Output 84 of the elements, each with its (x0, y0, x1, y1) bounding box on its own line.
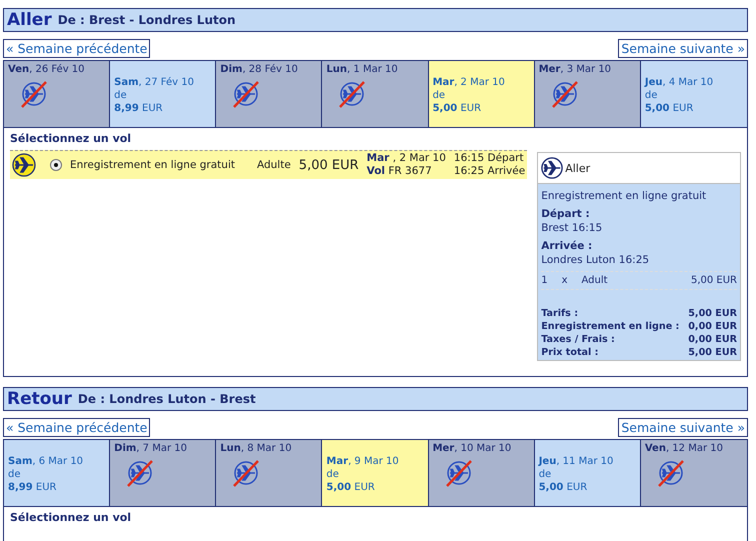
route-text: De : Brest - Londres Luton (58, 13, 236, 27)
airplane-icon (541, 157, 564, 179)
total-value: 5,00 EUR (688, 347, 737, 358)
next-week-link[interactable]: Semaine suivante » (618, 39, 748, 58)
total-value: 5,00 EUR (688, 308, 737, 319)
from-label: de (114, 90, 128, 101)
select-flight-heading: Sélectionnez un vol (10, 132, 132, 145)
day-date: Dim, 28 Fév 10 (220, 64, 299, 75)
day-date: Ven, 26 Fév 10 (8, 64, 86, 75)
day-price: 8,99 EUR (114, 103, 164, 114)
day-date: Mar, 9 Mar 10 (326, 456, 400, 467)
total-label: Taxes / Frais : (541, 334, 615, 345)
from-label: de (538, 469, 552, 480)
day-cell[interactable]: Dim, 28 Fév 10 (216, 61, 322, 127)
times-sign: x (562, 275, 568, 286)
departure-info: Brest 16:15 (541, 222, 604, 234)
day-cell[interactable]: Ven, 12 Mar 10 (640, 440, 747, 506)
departure-label: Départ : (541, 208, 591, 220)
arrival-label: Arrivée : (541, 240, 594, 252)
day-price: 5,00 EUR (538, 482, 588, 493)
from-label: de (644, 90, 658, 101)
total-label: Enregistrement en ligne : (541, 321, 680, 332)
section-title: Retour (7, 389, 72, 409)
flight-date: Mar , 2 Mar 10 (366, 152, 446, 165)
day-date: Sam, 27 Fév 10 (114, 77, 195, 88)
day-cell[interactable]: Mar, 2 Mar 10 de 5,00 EUR (428, 61, 535, 127)
no-flight-icon (124, 458, 154, 488)
flight-number: Vol FR 3677 (366, 165, 433, 178)
radio-button[interactable] (50, 159, 62, 171)
from-label: de (8, 469, 22, 480)
total-value: 0,00 EUR (688, 321, 737, 332)
day-cell[interactable]: Mer, 3 Mar 10 (534, 61, 641, 127)
airplane-icon (12, 153, 36, 177)
fare-name: Enregistrement en ligne gratuit (541, 190, 708, 202)
day-date: Sam, 6 Mar 10 (8, 456, 84, 467)
flight-price: 5,00 EUR (298, 158, 359, 172)
route-text: De : Londres Luton - Brest (78, 392, 256, 406)
day-cell[interactable]: Mar, 9 Mar 10 de 5,00 EUR (322, 440, 429, 506)
day-date: Mer, 10 Mar 10 (432, 443, 512, 454)
no-flight-icon (230, 79, 260, 109)
day-cell[interactable]: Ven, 26 Fév 10 (4, 61, 110, 127)
from-label: de (326, 469, 340, 480)
day-cell[interactable]: Sam, 6 Mar 10 de 8,99 EUR (4, 440, 110, 506)
no-flight-icon (230, 458, 260, 488)
fare-name: Enregistrement en ligne gratuit (70, 159, 235, 171)
day-price: 5,00 EUR (644, 103, 694, 114)
summary-title: Aller (565, 162, 590, 174)
arrival-info: Londres Luton 16:25 (541, 254, 650, 266)
total-value: 0,00 EUR (688, 334, 737, 345)
arrival-time: 16:25 Arrivée (454, 165, 526, 178)
departure-time: 16:15 Départ (454, 152, 525, 165)
section-title: Aller (7, 10, 52, 30)
day-cell[interactable]: Mer, 10 Mar 10 (428, 440, 535, 506)
day-date: Dim, 7 Mar 10 (114, 443, 188, 454)
day-date: Ven, 12 Mar 10 (644, 443, 724, 454)
day-date: Mer, 3 Mar 10 (538, 64, 612, 75)
next-week-link[interactable]: Semaine suivante » (618, 418, 748, 437)
passenger-type: Adulte (256, 159, 291, 171)
total-label: Tarifs : (541, 308, 578, 319)
line-amount: 5,00 EUR (690, 275, 737, 286)
day-date: Lun, 1 Mar 10 (326, 64, 399, 75)
day-price: 5,00 EUR (432, 103, 482, 114)
day-cell[interactable]: Jeu, 4 Mar 10 de 5,00 EUR (640, 61, 747, 127)
select-flight-heading: Sélectionnez un vol (10, 511, 132, 524)
from-label: de (432, 90, 446, 101)
day-date: Jeu, 11 Mar 10 (538, 456, 614, 467)
previous-week-link[interactable]: « Semaine précédente (3, 39, 150, 58)
day-date: Lun, 8 Mar 10 (220, 443, 293, 454)
quantity: 1 (541, 275, 548, 286)
previous-week-link[interactable]: « Semaine précédente (3, 418, 150, 437)
day-cell[interactable]: Jeu, 11 Mar 10 de 5,00 EUR (534, 440, 641, 506)
day-cell[interactable]: Lun, 8 Mar 10 (216, 440, 322, 506)
day-price: 5,00 EUR (326, 482, 376, 493)
day-cell[interactable]: Lun, 1 Mar 10 (322, 61, 429, 127)
no-flight-icon (18, 79, 48, 109)
day-price: 8,99 EUR (8, 482, 58, 493)
day-cell[interactable]: Dim, 7 Mar 10 (110, 440, 216, 506)
no-flight-icon (336, 79, 366, 109)
passenger-type: Adult (581, 275, 608, 286)
day-date: Mar, 2 Mar 10 (432, 77, 506, 88)
day-cell[interactable]: Sam, 27 Fév 10 de 8,99 EUR (110, 61, 216, 127)
total-label: Prix total : (541, 347, 598, 358)
day-date: Jeu, 4 Mar 10 (644, 77, 714, 88)
flight-row[interactable]: Enregistrement en ligne gratuit Adulte 5,00 EUR Mar , 2 Mar 10 Vol FR 3677 16:15 Départ 16:25 Arrivée (10, 150, 528, 179)
